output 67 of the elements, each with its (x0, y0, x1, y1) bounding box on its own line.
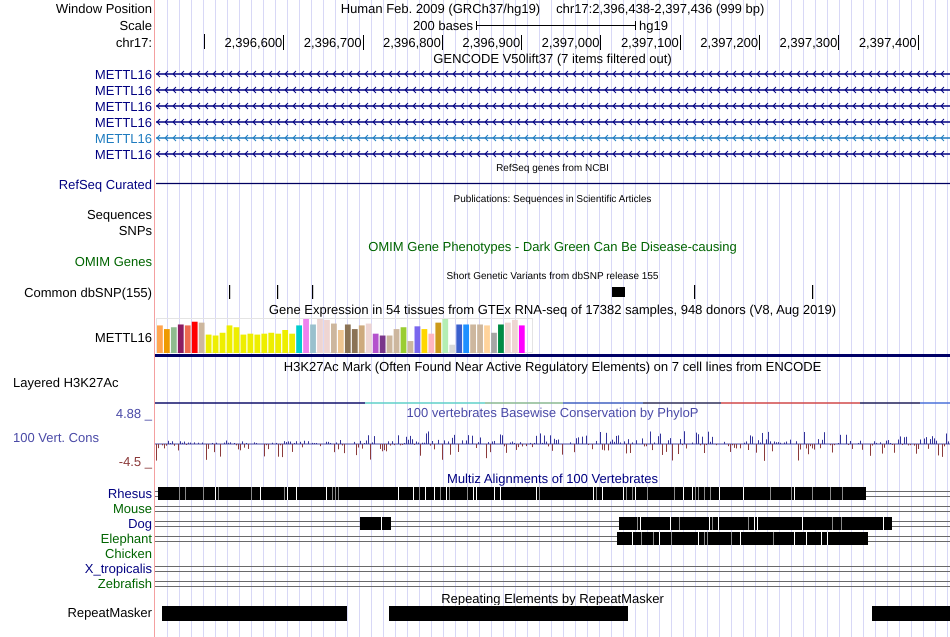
track-title: 100 vertebrates Basewise Conservation by PhyloP (406, 406, 698, 419)
ruler-label: 2,396,700 (304, 36, 362, 48)
tick-mark (759, 34, 760, 50)
assembly-label: hg19 (639, 19, 668, 32)
track-label[interactable]: RepeatMasker (67, 606, 152, 619)
track-label[interactable]: RefSeq Curated (58, 178, 152, 190)
track-label[interactable]: Sequences (86, 208, 152, 221)
tick-mark (918, 34, 919, 50)
gene-label[interactable]: METTL16 (94, 148, 152, 160)
species-label[interactable]: X_tropicalis (84, 562, 152, 575)
track-title: Publications: Sequences in Scientific Articles (454, 194, 652, 204)
ruler-label: 2,397,400 (858, 36, 917, 48)
axis-max-label: 4.88 _ (114, 407, 152, 420)
ruler-label: 2,396,800 (383, 36, 441, 48)
position-text: chr17:2,396,438-2,397,436 (999 bp) (556, 2, 764, 15)
gene-label[interactable]: METTL16 (94, 68, 152, 80)
tick-mark (680, 34, 681, 50)
track-title: Gene Expression in 54 tissues from GTEx RNA-seq of 17382 samples, 948 donors (V8, Aug 2019) (268, 302, 836, 316)
ruler-label: 2,396,600 (224, 36, 282, 48)
track-title: GENCODE V50lift37 (7 items filtered out) (433, 52, 672, 64)
track-label[interactable]: OMIM Genes (74, 255, 152, 268)
tick-mark (442, 34, 443, 50)
tick-mark (838, 34, 840, 50)
track-title: Repeating Elements by RepeatMasker (441, 592, 664, 604)
snp-tick (312, 285, 314, 299)
alignment-block (360, 517, 391, 530)
ruler-label: 2,396,900 (462, 36, 520, 48)
ruler-label: 2,397,200 (700, 36, 758, 48)
track-title: OMIM Gene Phenotypes - Dark Green Can Be Disease-causing (368, 240, 737, 253)
species-label[interactable]: Zebrafish (98, 577, 152, 590)
ruler-label: 2,397,100 (620, 36, 679, 48)
snp-tick (812, 285, 814, 299)
gene-label[interactable]: METTL16 (94, 84, 152, 96)
species-label[interactable]: Elephant (100, 532, 152, 545)
species-label[interactable]: Dog (128, 517, 152, 530)
gene-label[interactable]: METTL16 (94, 100, 152, 112)
tick-mark (204, 34, 205, 49)
track-label[interactable]: Common dbSNP(155) (24, 286, 152, 299)
tick-mark (521, 34, 522, 50)
species-label[interactable]: Mouse (112, 502, 152, 515)
axis-min-label: -4.5 _ (118, 455, 152, 468)
row-label: Scale (119, 19, 152, 32)
snp-tick (229, 285, 230, 299)
snp-tick (277, 285, 278, 299)
snp-block (612, 287, 625, 297)
track-title: H3K27Ac Mark (Often Found Near Active Regulatory Elements) on 7 cell lines from ENCODE (284, 360, 822, 372)
scale-text: 200 bases (413, 19, 474, 32)
track-title: Multiz Alignments of 100 Vertebrates (446, 472, 658, 484)
assembly-title: Human Feb. 2009 (GRCh37/hg19) (340, 2, 540, 15)
ruler-label: 2,397,000 (542, 36, 600, 48)
tick-mark (362, 34, 364, 50)
track-title: RefSeq genes from NCBI (496, 164, 609, 174)
snp-tick (694, 285, 696, 299)
tick-mark (600, 34, 602, 50)
ruler-label: 2,397,300 (780, 36, 838, 48)
track-label[interactable]: Layered H3K27Ac (13, 376, 119, 389)
row-label: chr17: (116, 36, 152, 48)
gene-label[interactable]: METTL16 (94, 132, 152, 144)
tick-mark (283, 34, 284, 50)
track-label[interactable]: METTL16 (94, 331, 152, 344)
gene-label[interactable]: METTL16 (94, 116, 152, 128)
track-label[interactable]: 100 Vert. Cons (0, 431, 152, 444)
track-label[interactable]: SNPs (118, 224, 152, 237)
track-title: Short Genetic Variants from dbSNP release 155 (446, 272, 658, 282)
row-label: Window Position (56, 2, 152, 15)
species-label[interactable]: Rhesus (108, 487, 152, 500)
species-label[interactable]: Chicken (105, 547, 152, 560)
